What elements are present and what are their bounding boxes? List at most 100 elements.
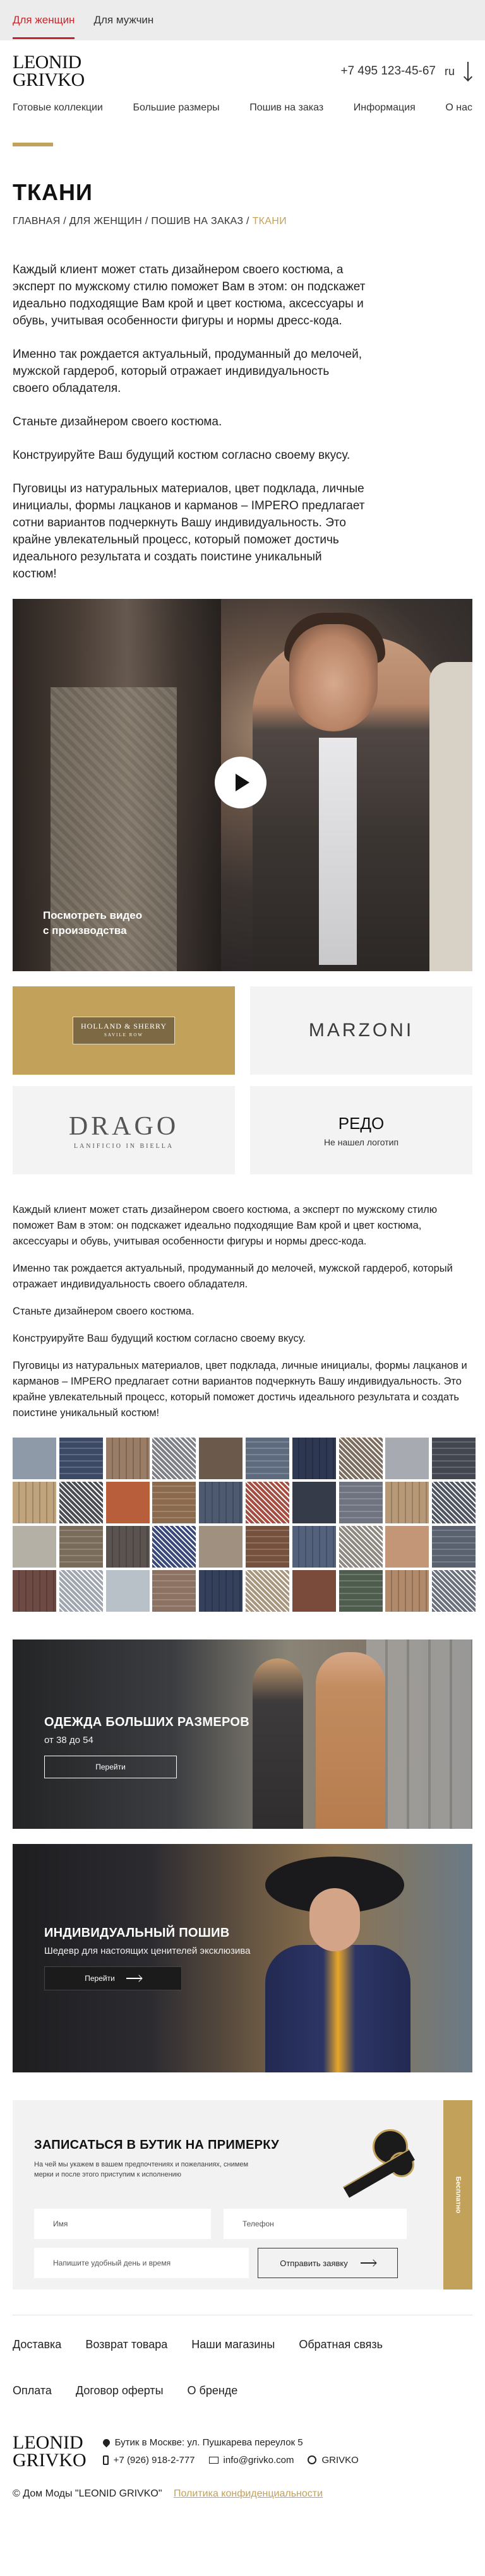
fabric-swatch[interactable] — [199, 1526, 243, 1568]
fabric-swatches — [13, 1438, 476, 1612]
header-phone[interactable]: +7 495 123-45-67 — [340, 64, 436, 78]
arrow-right-icon — [126, 1978, 141, 1979]
side-tab-label: Бесплатно — [454, 2176, 462, 2214]
instagram-item[interactable]: GRIVKO — [308, 2454, 359, 2466]
fabric-swatch[interactable] — [59, 1438, 103, 1479]
redo-logo: РЕДО Не нашел логотип — [324, 1114, 398, 1147]
breadcrumb-women[interactable]: ДЛЯ ЖЕНЩИН — [69, 216, 142, 227]
video-caption-line: с производства — [43, 925, 127, 936]
fabric-swatch[interactable] — [199, 1482, 243, 1523]
free-side-tab[interactable]: Бесплатно — [443, 2100, 472, 2289]
footer-link-stores[interactable]: Наши магазины — [191, 2338, 275, 2351]
promo-title: ОДЕЖДА БОЛЬШИХ РАЗМЕРОВ — [44, 1715, 249, 1729]
fabric-swatch[interactable] — [13, 1482, 56, 1523]
fabric-swatch[interactable] — [338, 1482, 383, 1523]
fabric-swatch[interactable] — [59, 1526, 103, 1568]
fabric-swatch[interactable] — [245, 1526, 289, 1568]
fabric-swatch[interactable] — [152, 1438, 196, 1479]
fabric-swatch[interactable] — [385, 1438, 429, 1479]
brand-drago[interactable]: DRAGO LANIFICIO IN BIELLA — [13, 1086, 235, 1174]
tab-women[interactable]: Для женщин — [13, 14, 75, 39]
fabric-swatch[interactable] — [59, 1570, 103, 1612]
promo-big-sizes[interactable]: ОДЕЖДА БОЛЬШИХ РАЗМЕРОВ от 38 до 54 Пере… — [13, 1640, 472, 1829]
production-video[interactable]: Посмотреть видео с производства — [13, 599, 472, 971]
fitting-booking-form: ЗАПИСАТЬСЯ В БУТИК НА ПРИМЕРКУ На чей мы… — [13, 2100, 472, 2289]
fabric-swatch[interactable] — [292, 1526, 336, 1568]
nav-item-custom-tailoring[interactable]: Пошив на заказ — [249, 102, 323, 114]
footer-logo[interactable]: LEONID GRIVKO — [13, 2433, 87, 2470]
fabric-swatch[interactable] — [105, 1438, 150, 1479]
brand-marzoni[interactable]: MARZONI — [250, 986, 472, 1075]
brand-holland-sherry[interactable]: HOLLAND & SHERRY SAVILE ROW — [13, 986, 235, 1075]
promo-go-button[interactable]: Перейти — [44, 1966, 182, 1990]
fabric-swatch[interactable] — [199, 1438, 243, 1479]
footer-email: info@grivko.com — [223, 2454, 294, 2466]
fabric-swatch[interactable] — [385, 1570, 429, 1612]
fabric-swatch[interactable] — [338, 1570, 383, 1612]
fabric-swatch[interactable] — [105, 1570, 150, 1612]
fabric-swatch[interactable] — [245, 1570, 289, 1612]
footer-link-payment[interactable]: Оплата — [13, 2384, 52, 2397]
marzoni-logo: MARZONI — [308, 1020, 414, 1041]
fabric-swatch[interactable] — [152, 1570, 196, 1612]
brand-redo[interactable]: РЕДО Не нашел логотип — [250, 1086, 472, 1174]
name-field[interactable]: Имя — [34, 2209, 211, 2239]
nav-item-about[interactable]: О нас — [445, 102, 472, 114]
footer-link-feedback[interactable]: Обратная связь — [299, 2338, 383, 2351]
nav-item-collections[interactable]: Готовые коллекции — [13, 102, 103, 114]
fabric-swatch[interactable] — [13, 1438, 56, 1479]
footer-link-delivery[interactable]: Доставка — [13, 2338, 61, 2351]
fabric-swatch[interactable] — [432, 1570, 476, 1612]
fabric-swatch[interactable] — [13, 1526, 56, 1568]
tab-men[interactable]: Для мужчин — [93, 14, 153, 27]
breadcrumb-tailoring[interactable]: ПОШИВ НА ЗАКАЗ — [151, 216, 243, 227]
nav-item-big-sizes[interactable]: Большие размеры — [133, 102, 220, 114]
promo-custom-tailoring[interactable]: ИНДИВИДУАЛЬНЫЙ ПОШИВ Шедевр для настоящи… — [13, 1844, 472, 2072]
fabric-swatch[interactable] — [105, 1482, 150, 1523]
arrow-down-icon[interactable] — [464, 61, 472, 82]
fabric-swatch[interactable] — [245, 1482, 289, 1523]
main-nav: Готовые коллекции Большие размеры Пошив … — [0, 102, 485, 114]
fabric-swatch[interactable] — [152, 1482, 196, 1523]
email-item[interactable]: info@grivko.com — [208, 2454, 294, 2466]
fabric-swatch[interactable] — [152, 1526, 196, 1568]
redo-name: РЕДО — [338, 1113, 385, 1133]
fabric-swatch[interactable] — [432, 1526, 476, 1568]
fabric-swatch[interactable] — [292, 1570, 336, 1612]
nav-item-info[interactable]: Информация — [354, 102, 416, 114]
submit-request-button[interactable]: Отправить заявку — [258, 2248, 398, 2278]
fabric-swatch[interactable] — [432, 1482, 476, 1523]
fabric-swatch[interactable] — [13, 1570, 56, 1612]
fabric-swatch[interactable] — [338, 1526, 383, 1568]
footer-link-offer[interactable]: Договор оферты — [76, 2384, 164, 2397]
fabric-swatch[interactable] — [245, 1438, 289, 1479]
footer-link-returns[interactable]: Возврат товара — [85, 2338, 167, 2351]
location-pin-icon — [101, 2437, 111, 2447]
fabric-swatch[interactable] — [292, 1482, 336, 1523]
fabric-swatch[interactable] — [105, 1526, 150, 1568]
fabric-brands: HOLLAND & SHERRY SAVILE ROW MARZONI DRAG… — [13, 986, 472, 1174]
breadcrumb-home[interactable]: ГЛАВНАЯ — [13, 216, 61, 227]
fabric-swatch[interactable] — [338, 1438, 383, 1479]
language-switch[interactable]: ru — [445, 65, 455, 78]
promo-go-button[interactable]: Перейти — [44, 1756, 177, 1778]
fabric-swatch[interactable] — [432, 1438, 476, 1479]
phone-field[interactable]: Телефон — [224, 2209, 407, 2239]
play-icon[interactable] — [215, 757, 266, 808]
name-placeholder: Имя — [53, 2219, 68, 2228]
promo-text: ОДЕЖДА БОЛЬШИХ РАЗМЕРОВ от 38 до 54 Пере… — [44, 1715, 249, 1778]
footer-link-brand[interactable]: О бренде — [188, 2384, 238, 2397]
promo-button-label: Перейти — [85, 1974, 115, 1983]
fabric-swatch[interactable] — [385, 1526, 429, 1568]
fabric-swatch[interactable] — [199, 1570, 243, 1612]
phone-item[interactable]: +7 (926) 918-2-777 — [102, 2455, 195, 2466]
fabric-swatch[interactable] — [385, 1482, 429, 1523]
fabric-swatch[interactable] — [292, 1438, 336, 1479]
fabric-swatch[interactable] — [59, 1482, 103, 1523]
promo-subtitle: от 38 до 54 — [44, 1735, 93, 1746]
date-time-field[interactable]: Напишите удобный день и время — [34, 2248, 249, 2278]
brand-logo[interactable]: LEONID GRIVKO — [13, 53, 85, 90]
description-paragraph: Станьте дизайнером своего костюма. — [13, 1306, 195, 1317]
privacy-policy-link[interactable]: Политика конфиденциальности — [174, 2488, 323, 2499]
footer-instagram: GRIVKO — [321, 2454, 359, 2466]
